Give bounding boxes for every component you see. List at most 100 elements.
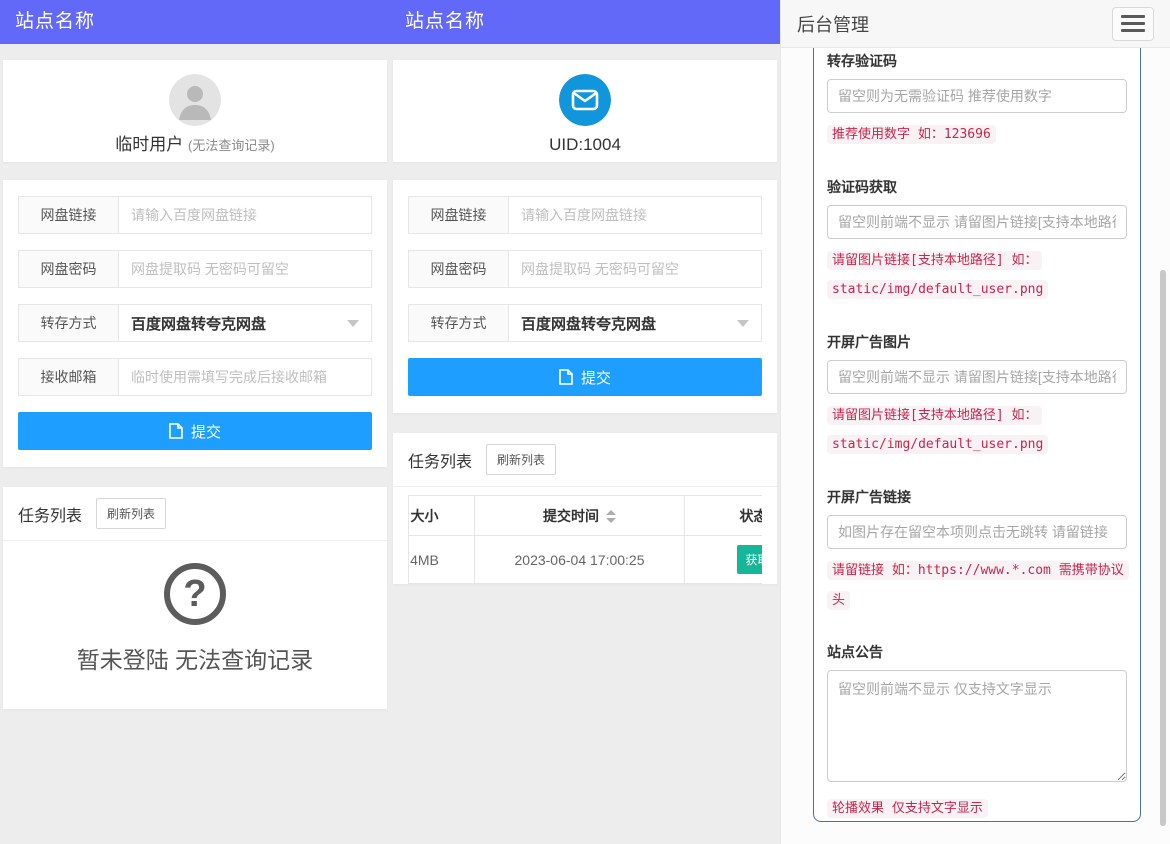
column-size: 大小: [408, 496, 475, 536]
page: 站点名称 临时用户 (无法查询记录) 网盘链接 网盘密码: [0, 0, 1170, 844]
site-announcement-hint: 轮播效果 仅支持文字显示: [827, 793, 1127, 823]
question-circle-icon: ?: [164, 563, 226, 625]
user-card: 临时用户 (无法查询记录): [3, 60, 387, 162]
submit-label: 提交: [191, 421, 221, 442]
chevron-down-icon: [737, 320, 749, 327]
table-header-row: 大小 提交时间 状态/操作: [408, 496, 762, 536]
field-splash-ad-image: 开屏广告图片 请留图片链接[支持本地路径] 如：static/img/defau…: [827, 332, 1127, 459]
splash-ad-link-label: 开屏广告链接: [827, 487, 1127, 507]
submit-button-left[interactable]: 提交: [18, 412, 372, 450]
task-list-card-middle: 任务列表 刷新列表 大小 提交时间 状态/操: [393, 433, 777, 584]
transfer-method-value: 百度网盘转夸克网盘: [521, 313, 656, 334]
field-netdisk-link: 网盘链接: [408, 196, 762, 234]
cell-submit-time: 2023-06-04 17:00:25: [475, 536, 685, 584]
submit-button-middle[interactable]: 提交: [408, 358, 762, 396]
site-header-left: 站点名称: [0, 0, 390, 44]
scrollbar[interactable]: [1160, 270, 1166, 826]
empty-state-text: 暂未登陆 无法查询记录: [3, 641, 387, 675]
admin-header: 后台管理: [781, 0, 1170, 48]
task-list-header: 任务列表 刷新列表: [3, 487, 387, 541]
field-transfer-captcha: 转存验证码 推荐使用数字 如：123696: [827, 51, 1127, 149]
hamburger-menu-icon: [1121, 15, 1145, 18]
netdisk-password-label: 网盘密码: [19, 251, 119, 287]
user-note: (无法查询记录): [188, 138, 275, 153]
site-announcement-textarea[interactable]: [827, 670, 1127, 782]
site-title: 站点名称: [15, 11, 95, 32]
submit-label: 提交: [581, 367, 611, 388]
site-title: 站点名称: [405, 11, 485, 32]
splash-ad-image-hint: 请留图片链接[支持本地路径] 如：static/img/default_user…: [827, 400, 1127, 459]
user-silhouette-icon: [169, 74, 221, 126]
site-header-middle: 站点名称: [390, 0, 780, 44]
transfer-method-label: 转存方式: [409, 305, 509, 341]
sort-icon[interactable]: [606, 510, 616, 523]
file-icon: [169, 423, 183, 439]
task-list-title: 任务列表: [18, 502, 82, 526]
transfer-method-label: 转存方式: [19, 305, 119, 341]
avatar: [169, 74, 221, 126]
user-name: 临时用户: [115, 135, 183, 154]
field-netdisk-password: 网盘密码: [408, 250, 762, 288]
empty-state: ? 暂未登陆 无法查询记录: [3, 541, 387, 709]
netdisk-link-input[interactable]: [119, 197, 371, 233]
refresh-list-button[interactable]: 刷新列表: [96, 498, 166, 529]
admin-settings-card: 转存验证码 推荐使用数字 如：123696 验证码获取 请留图片链接[支持本地路…: [813, 48, 1141, 822]
field-transfer-method: 转存方式 百度网盘转夸克网盘: [408, 304, 762, 342]
field-transfer-method: 转存方式 百度网盘转夸克网盘: [18, 304, 372, 342]
transfer-form-middle: 网盘链接 网盘密码 转存方式 百度网盘转夸克网盘 提交: [393, 180, 777, 413]
admin-title: 后台管理: [797, 11, 869, 37]
transfer-method-select[interactable]: 百度网盘转夸克网盘: [119, 305, 371, 341]
column-submit-time[interactable]: 提交时间: [475, 496, 685, 536]
task-list-title: 任务列表: [408, 448, 472, 472]
table-row: 4MB 2023-06-04 17:00:25 获取链接: [408, 536, 762, 584]
site-panel-middle: 站点名称 UID:1004 网盘链接 网盘密码: [390, 0, 780, 844]
admin-panel: 后台管理 转存验证码 推荐使用数字 如：123696 验证码获取 请留图片链接[…: [780, 0, 1170, 844]
captcha-source-input[interactable]: [827, 205, 1127, 239]
column-status-action: 状态/操作: [685, 496, 763, 536]
transfer-captcha-hint: 推荐使用数字 如：123696: [827, 119, 1127, 149]
cell-status-action: 获取链接: [685, 536, 763, 584]
captcha-source-hint: 请留图片链接[支持本地路径] 如：static/img/default_user…: [827, 245, 1127, 304]
splash-ad-link-input[interactable]: [827, 515, 1127, 549]
splash-ad-image-label: 开屏广告图片: [827, 332, 1127, 352]
transfer-captcha-label: 转存验证码: [827, 51, 1127, 71]
get-link-button[interactable]: 获取链接: [737, 545, 762, 574]
task-table-viewport: 大小 提交时间 状态/操作 4MB: [408, 495, 762, 584]
field-captcha-source: 验证码获取 请留图片链接[支持本地路径] 如：static/img/defaul…: [827, 177, 1127, 304]
user-name-line: 临时用户 (无法查询记录): [3, 134, 387, 157]
field-site-announcement: 站点公告 轮播效果 仅支持文字显示: [827, 642, 1127, 823]
admin-content: 转存验证码 推荐使用数字 如：123696 验证码获取 请留图片链接[支持本地路…: [781, 48, 1170, 844]
task-list-card-left: 任务列表 刷新列表 ? 暂未登陆 无法查询记录: [3, 487, 387, 709]
site-panel-left: 站点名称 临时用户 (无法查询记录) 网盘链接 网盘密码: [0, 0, 390, 844]
task-table: 大小 提交时间 状态/操作 4MB: [408, 495, 762, 584]
envelope-icon: [559, 74, 611, 126]
splash-ad-link-hint: 请留链接 如：https://www.*.com 需携带协议头: [827, 555, 1127, 614]
netdisk-password-input[interactable]: [119, 251, 371, 287]
chevron-down-icon: [347, 320, 359, 327]
splash-ad-image-input[interactable]: [827, 360, 1127, 394]
menu-toggle-button[interactable]: [1112, 7, 1154, 41]
transfer-form-left: 网盘链接 网盘密码 转存方式 百度网盘转夸克网盘 接收邮箱: [3, 180, 387, 467]
refresh-list-button[interactable]: 刷新列表: [486, 444, 556, 475]
netdisk-link-label: 网盘链接: [409, 197, 509, 233]
receive-email-input[interactable]: [119, 359, 371, 395]
captcha-source-label: 验证码获取: [827, 177, 1127, 197]
site-announcement-label: 站点公告: [827, 642, 1127, 662]
cell-size: 4MB: [408, 536, 475, 584]
uid-value: UID:1004: [549, 135, 621, 154]
transfer-method-value: 百度网盘转夸克网盘: [131, 313, 266, 334]
transfer-captcha-input[interactable]: [827, 79, 1127, 113]
field-receive-email: 接收邮箱: [18, 358, 372, 396]
uid-card: UID:1004: [393, 60, 777, 162]
field-netdisk-link: 网盘链接: [18, 196, 372, 234]
transfer-method-select[interactable]: 百度网盘转夸克网盘: [509, 305, 761, 341]
netdisk-link-label: 网盘链接: [19, 197, 119, 233]
uid-line: UID:1004: [393, 134, 777, 156]
netdisk-password-input[interactable]: [509, 251, 761, 287]
file-icon: [559, 369, 573, 385]
task-list-header: 任务列表 刷新列表: [393, 433, 777, 487]
netdisk-link-input[interactable]: [509, 197, 761, 233]
netdisk-password-label: 网盘密码: [409, 251, 509, 287]
uid-avatar: [559, 74, 611, 126]
field-splash-ad-link: 开屏广告链接 请留链接 如：https://www.*.com 需携带协议头: [827, 487, 1127, 614]
